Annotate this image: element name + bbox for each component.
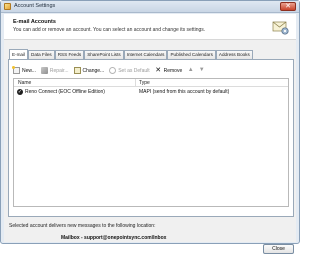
tab-strip: E-mail Data Files RSS Feeds SharePoint L…: [9, 49, 253, 59]
header-subtitle: You can add or remove an account. You ca…: [13, 27, 206, 33]
tab-published-calendars[interactable]: Published Calendars: [167, 50, 216, 59]
repair-icon: [40, 67, 48, 74]
set-as-default-label: Set as Default: [118, 67, 150, 74]
column-divider[interactable]: [135, 79, 136, 87]
tab-rss-feeds[interactable]: RSS Feeds: [54, 50, 85, 59]
repair-label: Repair...: [49, 67, 69, 74]
email-tab-panel: New... Repair... Change... Set as Defaul…: [8, 59, 294, 217]
column-header-name[interactable]: Name: [18, 80, 31, 86]
new-icon: [12, 66, 20, 74]
dialog-header: E-mail Accounts You can add or remove an…: [4, 14, 296, 40]
envelope-cog-icon: [272, 21, 289, 35]
account-settings-window: Account Settings ✕ E-mail Accounts You c…: [0, 0, 300, 254]
dialog-client-area: E-mail Accounts You can add or remove an…: [4, 14, 296, 254]
tab-address-books[interactable]: Address Books: [215, 50, 253, 59]
change-label: Change...: [82, 67, 105, 74]
delivery-mailbox-path: Mailbox - support@onepointsync.com\Inbox: [61, 235, 167, 241]
change-button[interactable]: Change...: [73, 66, 105, 75]
tab-data-files[interactable]: Data Files: [28, 50, 55, 59]
new-account-label: New...: [22, 67, 36, 74]
account-name: Reno Connect (EOC Offline Edition): [25, 89, 105, 95]
change-icon: [73, 67, 81, 74]
remove-label: Remove: [163, 67, 183, 74]
column-header-type[interactable]: Type: [139, 80, 150, 86]
title-bar[interactable]: Account Settings ✕: [1, 1, 299, 13]
account-toolbar: New... Repair... Change... Set as Defaul…: [12, 66, 209, 75]
header-title: E-mail Accounts: [13, 19, 56, 25]
delivery-location-label: Selected account delivers new messages t…: [9, 223, 156, 229]
new-account-button[interactable]: New...: [12, 66, 36, 75]
default-account-check-icon: ✓: [17, 89, 23, 95]
close-button[interactable]: Close: [263, 244, 294, 254]
default-check-icon: [109, 67, 117, 74]
tab-sharepoint-lists[interactable]: SharePoint Lists: [84, 50, 124, 59]
remove-button[interactable]: ✕ Remove: [155, 66, 183, 75]
remove-icon: ✕: [155, 67, 162, 74]
repair-button[interactable]: Repair...: [40, 66, 69, 75]
table-row[interactable]: ✓ Reno Connect (EOC Offline Edition) MAP…: [14, 88, 288, 96]
account-type: MAPI (send from this account by default): [139, 89, 230, 95]
accounts-list: Name Type ✓ Reno Connect (EOC Offline Ed…: [13, 78, 289, 207]
set-as-default-button[interactable]: Set as Default: [109, 66, 150, 75]
move-up-icon[interactable]: ▲: [187, 67, 194, 74]
outlook-icon: [4, 3, 11, 10]
window-close-button[interactable]: ✕: [280, 2, 296, 11]
tab-email[interactable]: E-mail: [9, 49, 29, 59]
move-down-icon[interactable]: ▼: [198, 67, 205, 74]
tab-internet-calendars[interactable]: Internet Calendars: [123, 50, 168, 59]
accounts-list-header: Name Type: [14, 79, 288, 87]
window-title: Account Settings: [14, 3, 56, 9]
